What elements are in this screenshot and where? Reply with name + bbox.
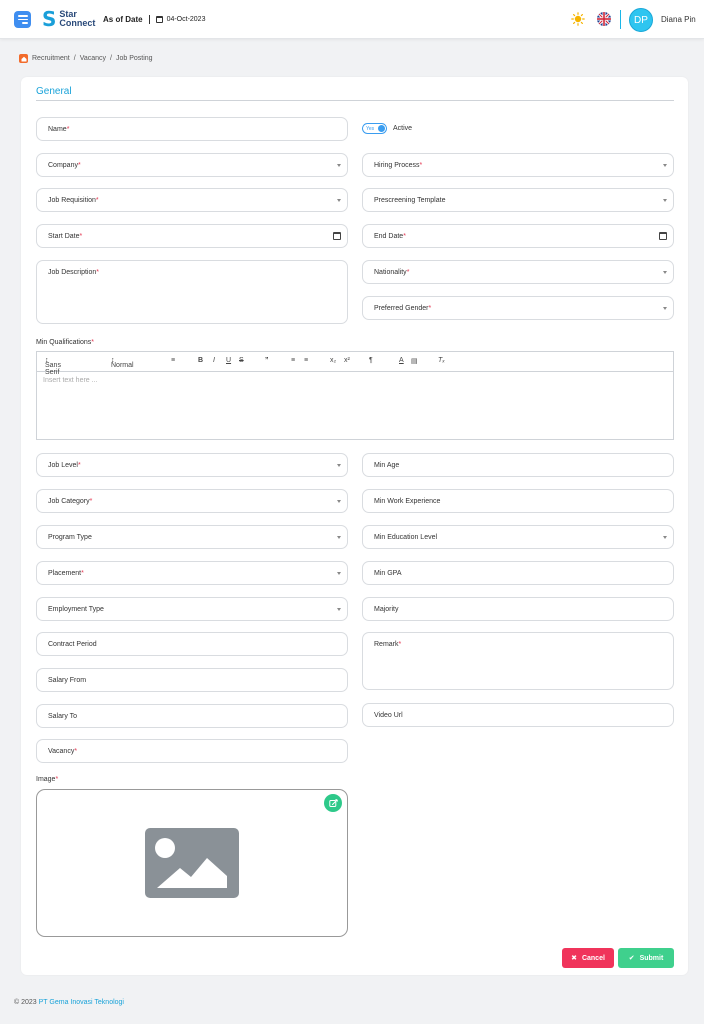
name-field[interactable]: Name * [36,117,348,141]
prescreening-template-select[interactable]: Prescreening Template [362,188,674,212]
chevron-down-icon [337,500,341,503]
calendar-icon [155,16,163,23]
as-of-value: 04-Oct-2023 [166,16,206,23]
menu-icon[interactable] [14,11,31,28]
user-name[interactable]: Diana Pin [661,15,696,24]
chevron-down-icon [663,307,667,310]
underline-icon[interactable]: U [226,357,231,364]
footer-copyright: © 2023 [14,999,37,1006]
calendar-icon [659,232,667,240]
strikethrough-icon[interactable]: S [239,357,244,364]
start-date-field[interactable]: Start Date * [36,224,348,248]
vacancy-field[interactable]: Vacancy * [36,739,348,763]
font-family-select[interactable]: Sans Serif ↕ [45,357,61,376]
salary-to-field[interactable]: Salary To [36,704,348,728]
company-select[interactable]: Company * [36,153,348,177]
hiring-process-select[interactable]: Hiring Process * [362,153,674,177]
chevron-down-icon [337,572,341,575]
min-work-experience-field[interactable]: Min Work Experience [362,489,674,513]
breadcrumb-recruitment[interactable]: Recruitment [32,55,70,62]
subscript-icon[interactable]: x₂ [330,357,336,364]
pencil-icon [328,798,338,807]
chevron-down-icon [663,199,667,202]
as-of-date: As of Date 04-Oct-2023 [103,15,205,24]
editor-body[interactable]: Insert text here ... [37,372,673,389]
image-label: Image* [36,776,59,783]
chevron-down-icon [337,536,341,539]
chevron-down-icon [337,464,341,467]
chevron-down-icon [663,271,667,274]
remark-field[interactable]: Remark * [362,632,674,690]
as-of-label: As of Date [103,15,143,24]
logo-line2: Connect [59,18,96,28]
job-category-select[interactable]: Job Category * [36,489,348,513]
min-qualifications-editor[interactable]: Sans Serif ↕ Normal ↕ ≡ B I U S ” ≡ ≡ x₂… [36,351,674,440]
background-color-icon[interactable]: ▤ [411,357,418,365]
edit-image-button[interactable] [324,794,342,812]
chevron-down-icon [337,164,341,167]
close-icon: ✖ [571,955,577,962]
job-description-field[interactable]: Job Description * [36,260,348,324]
nationality-select[interactable]: Nationality * [362,260,674,284]
chevron-down-icon [663,164,667,167]
job-level-select[interactable]: Job Level * [36,453,348,477]
check-icon: ✔ [628,955,635,962]
top-bar: S Star Connect As of Date 04-Oct-2023 DP… [0,0,704,39]
job-requisition-select[interactable]: Job Requisition * [36,188,348,212]
text-direction-icon[interactable]: ¶ [369,357,373,364]
submit-button[interactable]: ✔ Submit [618,948,674,968]
min-education-level-select[interactable]: Min Education Level [362,525,674,549]
min-age-field[interactable]: Min Age [362,453,674,477]
logo-mark-icon: S [42,7,57,31]
majority-field[interactable]: Majority [362,597,674,621]
placement-select[interactable]: Placement * [36,561,348,585]
min-qualifications-label: Min Qualifications* [36,339,94,346]
active-switch[interactable]: Yes [362,123,387,134]
ordered-list-icon[interactable]: ≡ [291,357,295,364]
footer-company-link[interactable]: PT Gema Inovasi Teknologi [39,999,124,1006]
align-icon[interactable]: ≡ [171,357,175,364]
chevron-down-icon [663,536,667,539]
active-label: Active [393,125,413,132]
breadcrumb: Recruitment / Vacancy / Job Posting [19,54,153,63]
end-date-field[interactable]: End Date * [362,224,674,248]
chevron-down-icon [337,608,341,611]
chevron-down-icon [337,199,341,202]
bullet-list-icon[interactable]: ≡ [304,357,308,364]
min-gpa-field[interactable]: Min GPA [362,561,674,585]
active-toggle[interactable]: Yes Active [362,123,412,134]
employment-type-select[interactable]: Employment Type [36,597,348,621]
program-type-select[interactable]: Program Type [36,525,348,549]
clear-format-icon[interactable]: Tₓ [438,357,445,364]
preferred-gender-select[interactable]: Preferred Gender * [362,296,674,320]
editor-toolbar: Sans Serif ↕ Normal ↕ ≡ B I U S ” ≡ ≡ x₂… [37,352,673,376]
uk-flag-icon[interactable] [597,12,611,26]
avatar[interactable]: DP [629,8,653,32]
sun-icon[interactable] [571,12,585,26]
breadcrumb-job-posting: Job Posting [115,55,153,62]
font-size-select[interactable]: Normal ↕ [111,357,134,369]
video-url-field[interactable]: Video Url [362,703,674,727]
section-title: General [36,86,72,97]
salary-from-field[interactable]: Salary From [36,668,348,692]
cancel-button[interactable]: ✖ Cancel [562,948,614,968]
footer: © 2023 PT Gema Inovasi Teknologi [14,999,124,1006]
italic-icon[interactable]: I [213,357,215,364]
contract-period-field[interactable]: Contract Period [36,632,348,656]
app-logo[interactable]: S Star Connect [42,9,95,29]
calendar-icon [333,232,341,240]
image-placeholder-icon [145,828,239,898]
superscript-icon[interactable]: x² [344,357,350,364]
text-color-icon[interactable]: A [399,357,404,364]
blockquote-icon[interactable]: ” [265,357,269,364]
bold-icon[interactable]: B [198,357,203,364]
breadcrumb-vacancy[interactable]: Vacancy [80,55,106,62]
home-icon[interactable] [19,54,28,63]
